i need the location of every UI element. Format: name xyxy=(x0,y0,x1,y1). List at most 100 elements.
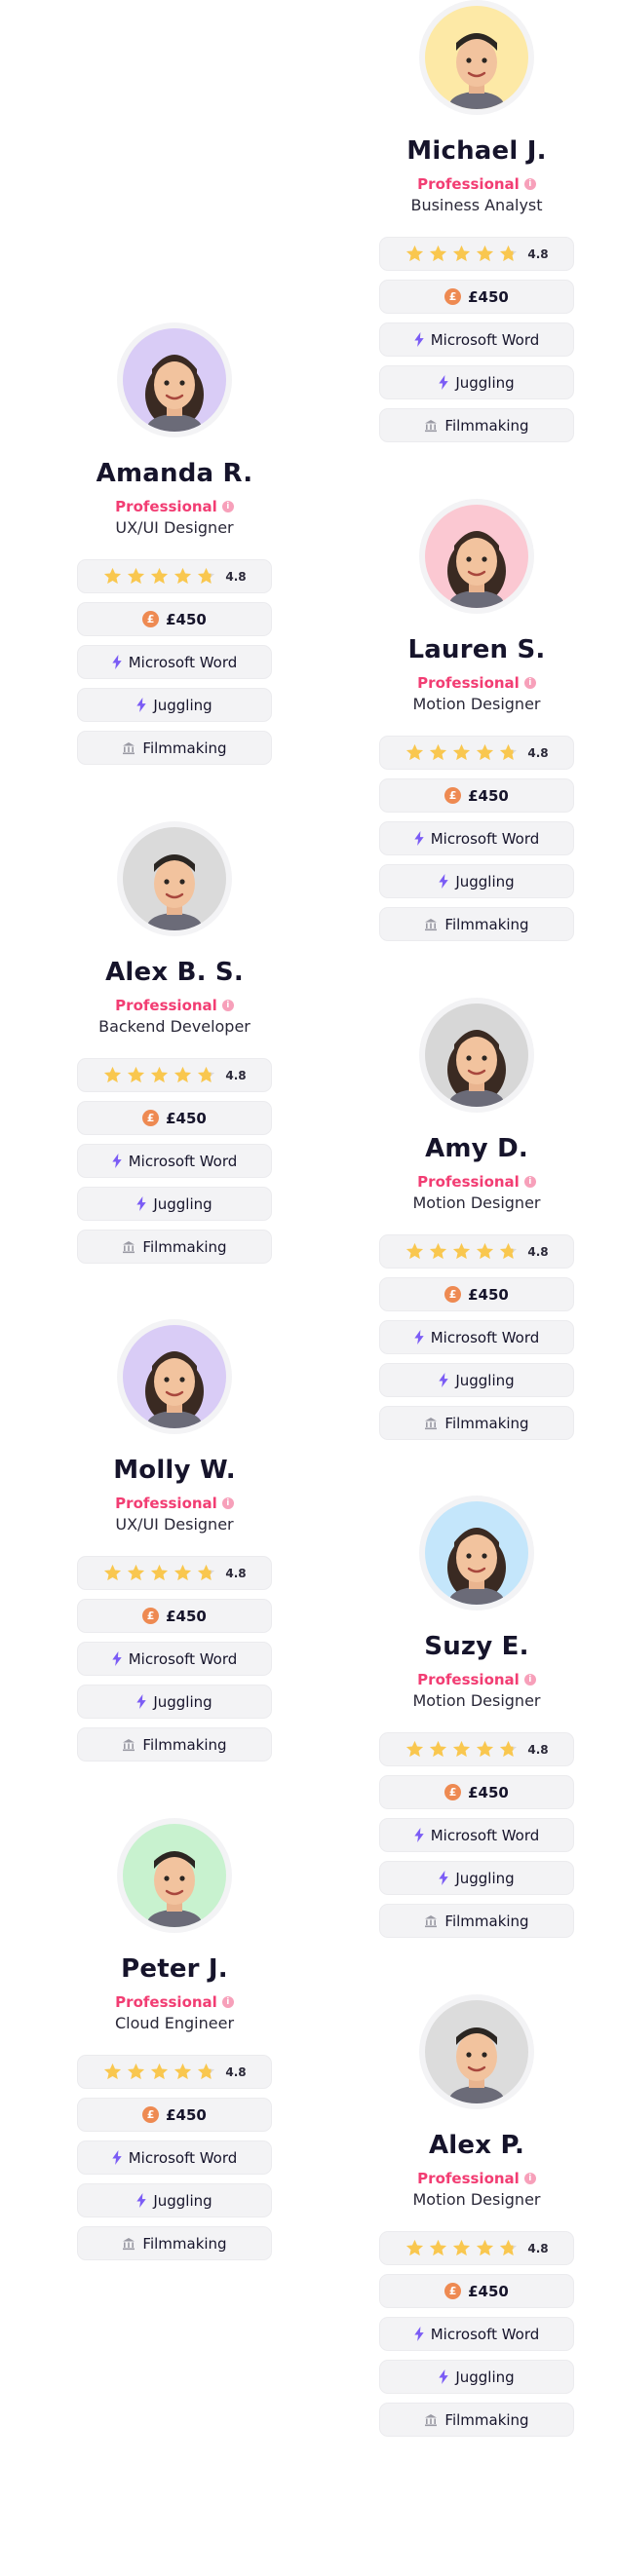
profile-card[interactable]: Amy D. Professional i Motion Designer 4.8 £ £4… xyxy=(379,998,574,1440)
rating-value: 4.8 xyxy=(225,1068,247,1082)
skill-pill[interactable]: Microsoft Word xyxy=(379,322,574,357)
star-icon xyxy=(477,1242,494,1260)
skill-pill[interactable]: Juggling xyxy=(77,1187,272,1221)
star-rating xyxy=(102,566,216,587)
bolt-icon xyxy=(112,655,122,669)
level-badge: Professional i xyxy=(417,1671,536,1688)
profile-card[interactable]: Michael J. Professional i Business Analyst 4… xyxy=(379,0,574,442)
info-icon[interactable]: i xyxy=(221,1000,234,1011)
level-badge: Professional i xyxy=(417,2170,536,2187)
info-icon[interactable]: i xyxy=(523,1674,536,1686)
profile-card[interactable]: Molly W. Professional i UX/UI Designer 4.8 £ £… xyxy=(77,1319,272,1762)
skill-pill[interactable]: Juggling xyxy=(379,2360,574,2394)
skill-pill[interactable]: Juggling xyxy=(77,1685,272,1719)
skill-label: Filmmaking xyxy=(444,416,529,435)
skill-pill[interactable]: Microsoft Word xyxy=(77,1642,272,1676)
skill-pill[interactable]: Filmmaking xyxy=(379,907,574,941)
avatar xyxy=(117,1818,232,1933)
price-pill[interactable]: £ £450 xyxy=(379,280,574,314)
price-pill[interactable]: £ £450 xyxy=(379,778,574,813)
star-icon xyxy=(430,743,447,761)
star-icon xyxy=(104,2063,122,2080)
level-label: Professional xyxy=(115,1993,217,2011)
rating-pill: 4.8 xyxy=(77,559,272,593)
skill-pill[interactable]: Filmmaking xyxy=(77,2226,272,2260)
price-pill[interactable]: £ £450 xyxy=(77,2098,272,2132)
bolt-icon xyxy=(136,698,147,712)
price-pill[interactable]: £ £450 xyxy=(77,602,272,636)
avatar xyxy=(117,1319,232,1434)
skill-pill[interactable]: Microsoft Word xyxy=(379,1320,574,1354)
skill-label: Microsoft Word xyxy=(128,2148,238,2167)
skill-pill[interactable]: Juggling xyxy=(77,2183,272,2217)
skill-pill[interactable]: Microsoft Word xyxy=(379,1818,574,1852)
star-icon xyxy=(151,567,169,585)
star-icon xyxy=(104,1564,122,1581)
skill-pill[interactable]: Filmmaking xyxy=(379,408,574,442)
star-icon xyxy=(453,245,471,262)
skill-pill[interactable]: Microsoft Word xyxy=(77,1144,272,1178)
skill-label: Microsoft Word xyxy=(430,2325,540,2343)
skill-pill[interactable]: Microsoft Word xyxy=(379,821,574,855)
star-icon xyxy=(174,567,192,585)
price-pill[interactable]: £ £450 xyxy=(77,1101,272,1135)
skill-pill[interactable]: Microsoft Word xyxy=(77,645,272,679)
skill-pill[interactable]: Juggling xyxy=(379,864,574,898)
profile-card[interactable]: Alex B. S. Professional i Backend Developer… xyxy=(77,821,272,1264)
star-icon xyxy=(477,245,494,262)
skill-label: Filmmaking xyxy=(142,2234,227,2253)
level-badge: Professional i xyxy=(417,1173,536,1191)
skill-pill[interactable]: Filmmaking xyxy=(77,1727,272,1762)
memoji-woman-icon xyxy=(425,1004,528,1107)
profile-name: Suzy E. xyxy=(424,1632,529,1661)
avatar xyxy=(419,0,534,115)
profile-card[interactable]: Alex P. Professional i Motion Designer 4.8 £ £… xyxy=(379,1994,574,2437)
star-icon xyxy=(406,245,424,262)
rating-pill: 4.8 xyxy=(379,736,574,770)
price-pill[interactable]: £ £450 xyxy=(379,1277,574,1311)
star-rating xyxy=(102,2062,216,2082)
info-icon[interactable]: i xyxy=(523,677,536,689)
skill-pill[interactable]: Filmmaking xyxy=(379,1904,574,1938)
skill-pill[interactable]: Filmmaking xyxy=(77,731,272,765)
star-icon xyxy=(453,1740,471,1758)
info-icon[interactable]: i xyxy=(221,1996,234,2008)
skill-pill[interactable]: Microsoft Word xyxy=(77,2140,272,2175)
rating-value: 4.8 xyxy=(527,1742,549,1757)
price-pill[interactable]: £ £450 xyxy=(379,1775,574,1809)
memoji-woman-icon xyxy=(123,1325,226,1428)
star-icon xyxy=(453,2239,471,2256)
skill-pill[interactable]: Juggling xyxy=(379,1363,574,1397)
skill-pill[interactable]: Microsoft Word xyxy=(379,2317,574,2351)
level-badge: Professional i xyxy=(115,498,234,515)
star-rating xyxy=(405,742,519,763)
skill-pill[interactable]: Juggling xyxy=(379,365,574,399)
info-icon[interactable]: i xyxy=(221,501,234,512)
skill-pill[interactable]: Filmmaking xyxy=(379,1406,574,1440)
skill-pill[interactable]: Filmmaking xyxy=(379,2403,574,2437)
price-pill[interactable]: £ £450 xyxy=(379,2274,574,2308)
pound-icon: £ xyxy=(142,2106,160,2123)
profile-card[interactable]: Lauren S. Professional i Motion Designer 4.8… xyxy=(379,499,574,941)
star-rating xyxy=(405,2238,519,2258)
skill-pill[interactable]: Juggling xyxy=(379,1861,574,1895)
star-rating xyxy=(102,1065,216,1085)
profile-name: Amanda R. xyxy=(96,459,253,488)
star-icon xyxy=(453,743,471,761)
star-icon xyxy=(151,1564,169,1581)
price-label: £450 xyxy=(468,1285,509,1304)
profile-card[interactable]: Suzy E. Professional i Motion Designer 4.8 £ £… xyxy=(379,1496,574,1938)
profile-card[interactable]: Amanda R. Professional i UX/UI Designer 4.8 £… xyxy=(77,322,272,765)
bolt-icon xyxy=(414,1828,424,1842)
skill-pill[interactable]: Juggling xyxy=(77,688,272,722)
info-icon[interactable]: i xyxy=(523,1176,536,1188)
info-icon[interactable]: i xyxy=(221,1497,234,1509)
skill-pill[interactable]: Filmmaking xyxy=(77,1230,272,1264)
skill-label: Juggling xyxy=(455,1371,515,1389)
bank-icon xyxy=(425,419,438,432)
info-icon[interactable]: i xyxy=(523,2173,536,2184)
info-icon[interactable]: i xyxy=(523,178,536,190)
profile-card[interactable]: Peter J. Professional i Cloud Engineer 4.8 £ £… xyxy=(77,1818,272,2260)
bolt-icon xyxy=(439,1373,449,1387)
price-pill[interactable]: £ £450 xyxy=(77,1599,272,1633)
